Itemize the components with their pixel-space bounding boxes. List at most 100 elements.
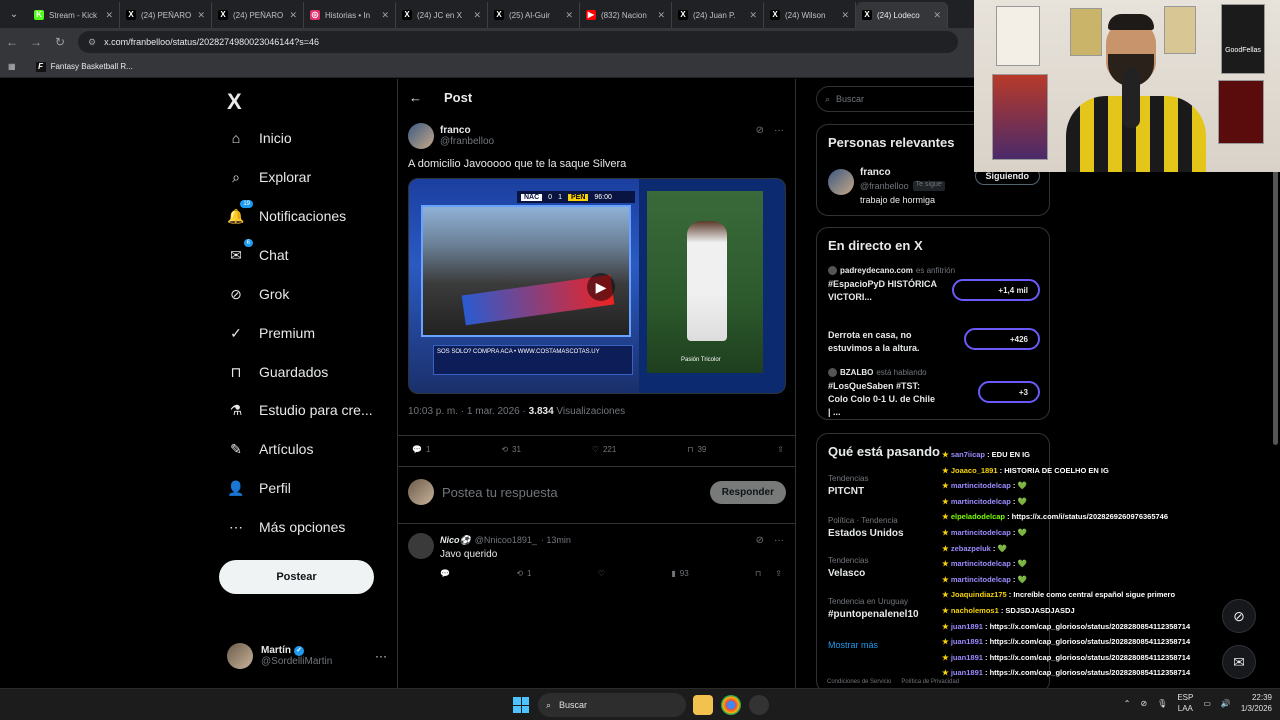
trend-item[interactable]: Política · Tendencia Estados Unidos bbox=[828, 516, 904, 539]
close-icon[interactable]: ✕ bbox=[381, 10, 389, 21]
grok-icon[interactable]: ⊘ bbox=[756, 125, 764, 136]
avatar[interactable] bbox=[408, 123, 434, 149]
grok-floating-icon[interactable]: ⊘ bbox=[1222, 599, 1256, 633]
apps-grid-icon[interactable]: ▦ bbox=[8, 62, 16, 71]
repost-button[interactable]: ⟲ 31 bbox=[501, 445, 521, 454]
repost-button[interactable]: ⟲ 1 bbox=[516, 569, 531, 578]
nav-item-11[interactable]: ⋯ Más opciones bbox=[227, 518, 345, 536]
avatar[interactable] bbox=[828, 169, 854, 195]
bookmark-icon[interactable]: ⊓ bbox=[755, 569, 761, 578]
browser-tab[interactable]: X (24) Lodeco ✕ bbox=[856, 2, 948, 28]
live-space-item[interactable]: BZALBO está hablando #LosQueSaben #TST: Co… bbox=[828, 368, 1040, 419]
windows-start-icon[interactable] bbox=[513, 697, 529, 713]
site-info-icon[interactable]: ⚙ bbox=[88, 37, 96, 48]
close-icon[interactable]: ✕ bbox=[197, 10, 205, 21]
nav-item-10[interactable]: 👤 Perfil bbox=[227, 479, 291, 497]
display-icon[interactable]: ▭ bbox=[1203, 699, 1211, 708]
network-icon[interactable]: ⊘ bbox=[1140, 699, 1147, 708]
back-button[interactable]: ← bbox=[0, 35, 24, 49]
browser-tab[interactable]: ▶ (832) Nacion ✕ bbox=[580, 2, 672, 28]
tab-search-button[interactable]: ⌄ bbox=[0, 0, 28, 28]
nav-item-3[interactable]: 🔔 19 Notificaciones bbox=[227, 200, 346, 225]
clock[interactable]: 22:39 1/3/2026 bbox=[1241, 692, 1272, 714]
trend-item[interactable]: Tendencias PITCNT bbox=[828, 474, 868, 497]
nav-item-6[interactable]: ✓ Premium bbox=[227, 324, 315, 342]
close-icon[interactable]: ✕ bbox=[749, 10, 757, 21]
live-listeners-pill[interactable]: +426 bbox=[964, 328, 1040, 350]
nav-item-5[interactable]: ⊘ Grok bbox=[227, 285, 289, 303]
comment-author-handle[interactable]: @Nnicoo1891_ bbox=[475, 535, 537, 546]
messages-floating-icon[interactable]: ✉ bbox=[1222, 645, 1256, 679]
user-name[interactable]: franco bbox=[860, 167, 891, 178]
more-dots-icon[interactable]: ··· bbox=[774, 535, 784, 546]
nav-item-2[interactable]: ⌕ Explorar bbox=[227, 168, 311, 186]
obs-icon[interactable] bbox=[749, 695, 769, 715]
avatar[interactable] bbox=[408, 533, 434, 559]
close-icon[interactable]: ✕ bbox=[105, 10, 113, 21]
post-time[interactable]: 10:03 p. m. · 1 mar. 2026 · bbox=[408, 406, 529, 417]
live-space-item[interactable]: Derrota en casa, no estuvimos a la altur… bbox=[828, 326, 1040, 355]
browser-tab[interactable]: K Stream - Kick ✕ bbox=[28, 2, 120, 28]
nav-item-9[interactable]: ✎ Artículos bbox=[227, 440, 313, 458]
file-explorer-icon[interactable] bbox=[693, 695, 713, 715]
close-icon[interactable]: ✕ bbox=[933, 10, 941, 21]
author-name[interactable]: franco bbox=[440, 125, 494, 136]
browser-tab[interactable]: X (24) Juan P. ✕ bbox=[672, 2, 764, 28]
taskbar-search[interactable]: ⌕ Buscar bbox=[538, 693, 686, 717]
tweet-author[interactable]: franco @franbelloo bbox=[408, 123, 786, 149]
address-bar[interactable]: ⚙ x.com/franbelloo/status/20282749800230… bbox=[78, 31, 958, 53]
bookmark-item[interactable]: F Fantasy Basketball R... bbox=[35, 61, 133, 72]
show-more-link[interactable]: Mostrar más bbox=[828, 640, 878, 650]
mic-icon[interactable]: 🎙 bbox=[1157, 699, 1167, 708]
grok-icon[interactable]: ⊘ bbox=[756, 535, 764, 546]
nav-item-1[interactable]: ⌂ Inicio bbox=[227, 129, 292, 147]
live-space-item[interactable]: padreydecano.com es anfitrión #EspacioPyD … bbox=[828, 266, 1040, 304]
more-dots-icon[interactable]: ··· bbox=[774, 125, 784, 136]
reload-button[interactable]: ↻ bbox=[48, 35, 72, 49]
close-icon[interactable]: ✕ bbox=[841, 10, 849, 21]
forward-button[interactable]: → bbox=[24, 35, 48, 49]
share-icon[interactable]: ⇪ bbox=[775, 569, 782, 578]
play-icon[interactable]: ▶ bbox=[587, 273, 615, 301]
chevron-up-icon[interactable]: ⌃ bbox=[1124, 699, 1131, 708]
live-listeners-pill[interactable]: +1,4 mil bbox=[952, 279, 1040, 301]
browser-tab[interactable]: X (24) PEÑARO ✕ bbox=[212, 2, 304, 28]
back-arrow-icon[interactable]: ← bbox=[409, 90, 422, 105]
nav-item-4[interactable]: ✉ 6 Chat bbox=[227, 239, 289, 264]
browser-tab[interactable]: X (25) Al-Guir ✕ bbox=[488, 2, 580, 28]
browser-tab[interactable]: X (24) PEÑARO ✕ bbox=[120, 2, 212, 28]
volume-icon[interactable]: 🔊 bbox=[1221, 699, 1231, 708]
footer-terms-link[interactable]: Condiciones de Servicio bbox=[827, 679, 891, 685]
close-icon[interactable]: ✕ bbox=[565, 10, 573, 21]
tweet-video[interactable]: NAC 0 1 PEÑ 96:00 SOS SOLO? COMPRA ACA •… bbox=[408, 178, 786, 394]
language-indicator[interactable]: ESP LAA bbox=[1177, 692, 1193, 714]
like-button[interactable]: ♡ 221 bbox=[592, 445, 617, 454]
bookmark-button[interactable]: ⊓ 39 bbox=[687, 445, 706, 454]
nav-item-8[interactable]: ⚗ Estudio para cre... bbox=[227, 401, 373, 419]
close-icon[interactable]: ✕ bbox=[473, 10, 481, 21]
browser-tab[interactable]: ◎ Historias • In ✕ bbox=[304, 2, 396, 28]
reply-button[interactable]: 💬 1 bbox=[412, 445, 430, 454]
views-button[interactable]: ▮ 93 bbox=[671, 569, 688, 578]
x-logo-icon[interactable]: X bbox=[227, 89, 242, 115]
share-button[interactable]: ⇪ bbox=[777, 445, 784, 454]
trend-item[interactable]: Tendencias Velasco bbox=[828, 556, 868, 579]
close-icon[interactable]: ✕ bbox=[289, 10, 297, 21]
more-dots-icon[interactable]: ··· bbox=[375, 649, 387, 663]
author-handle[interactable]: @franbelloo bbox=[440, 136, 494, 147]
heart-icon[interactable]: ♡ bbox=[598, 569, 605, 578]
chrome-icon[interactable] bbox=[721, 695, 741, 715]
reply-input[interactable]: Postea tu respuesta bbox=[442, 485, 702, 500]
close-icon[interactable]: ✕ bbox=[657, 10, 665, 21]
nav-item-7[interactable]: ⊓ Guardados bbox=[227, 363, 329, 381]
post-button[interactable]: Postear bbox=[219, 560, 374, 594]
live-listeners-pill[interactable]: +3 bbox=[978, 381, 1040, 403]
trend-item[interactable]: Tendencia en Uruguay #puntopenalenel10 bbox=[828, 597, 919, 620]
browser-tab[interactable]: X (24) JC en X ✕ bbox=[396, 2, 488, 28]
browser-tab[interactable]: X (24) Wilson ✕ bbox=[764, 2, 856, 28]
comment-author-name[interactable]: Nico⚽ bbox=[440, 535, 471, 546]
reply-submit-button[interactable]: Responder bbox=[709, 480, 786, 504]
footer-privacy-link[interactable]: Política de Privacidad bbox=[901, 679, 959, 685]
reply-icon[interactable]: 💬 bbox=[440, 569, 450, 578]
account-switcher[interactable]: Martín ✓ @SordelliMartin ··· bbox=[227, 643, 387, 669]
